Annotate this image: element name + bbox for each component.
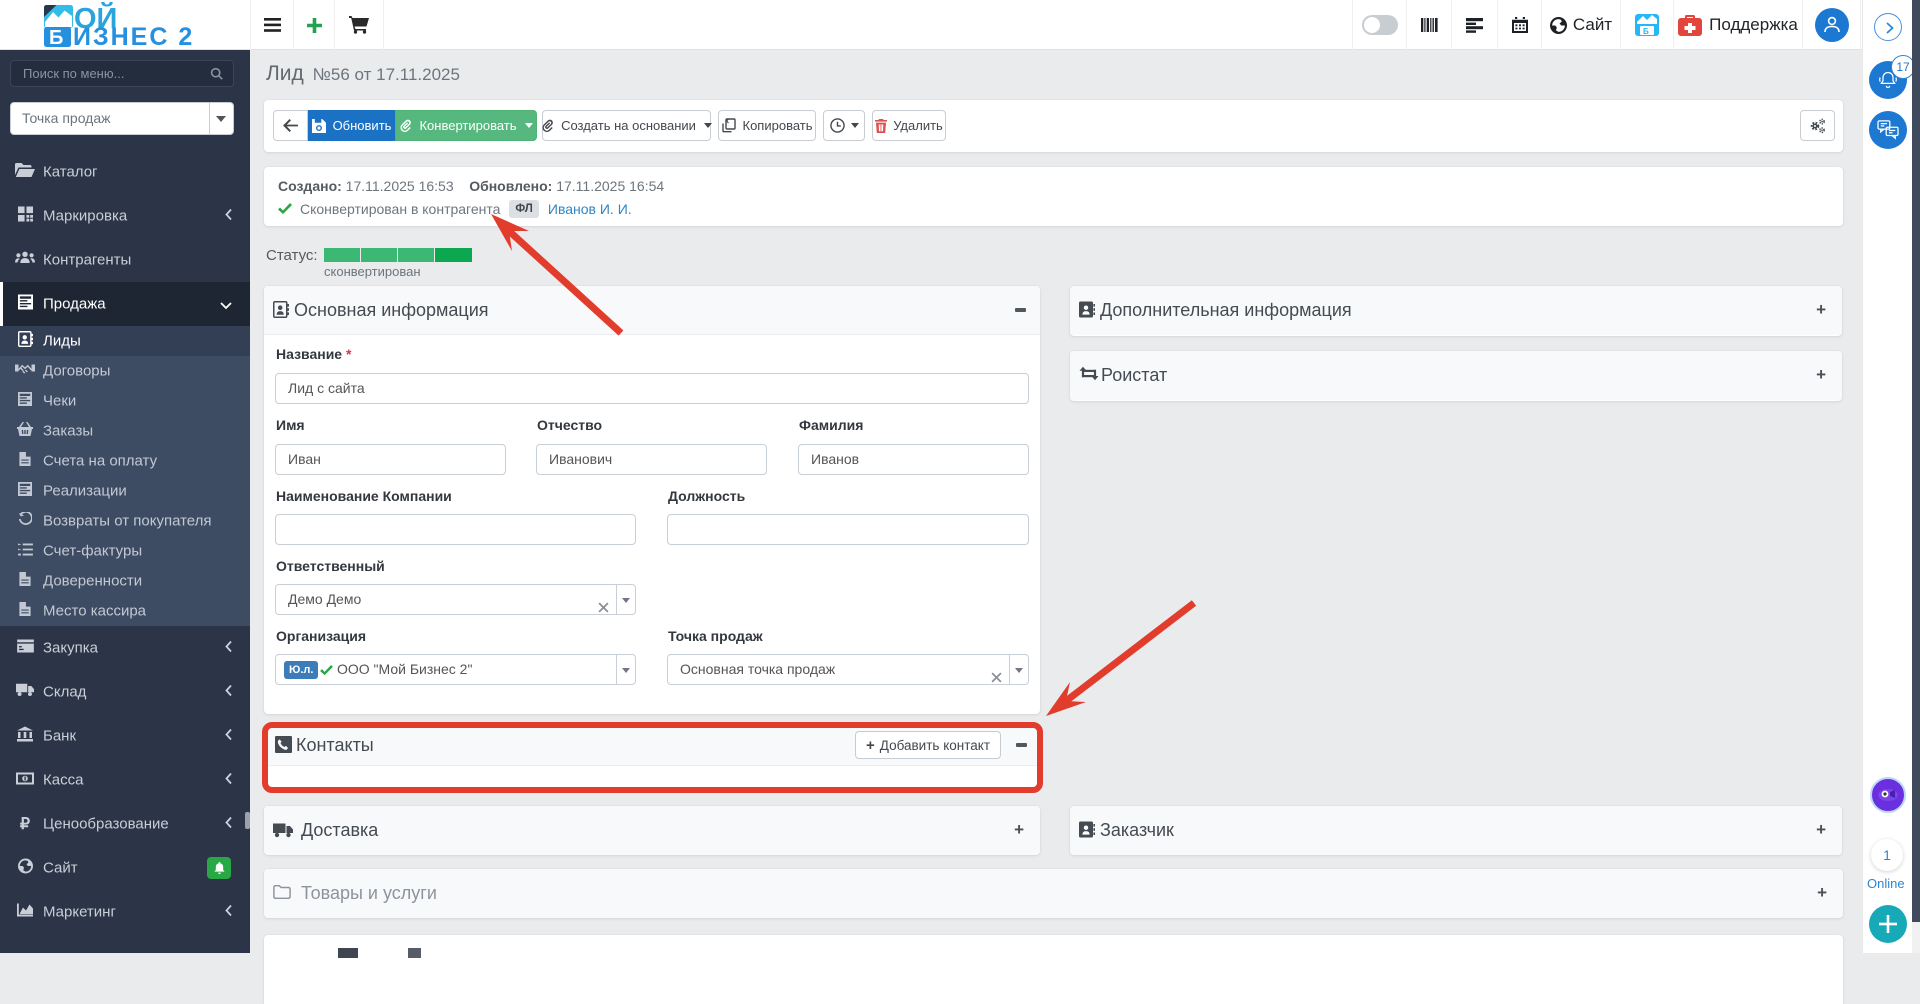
svg-text:ИЗНЕС 2: ИЗНЕС 2 <box>73 23 194 50</box>
svg-text:Б: Б <box>49 27 63 49</box>
svg-text:Б: Б <box>1643 27 1649 36</box>
